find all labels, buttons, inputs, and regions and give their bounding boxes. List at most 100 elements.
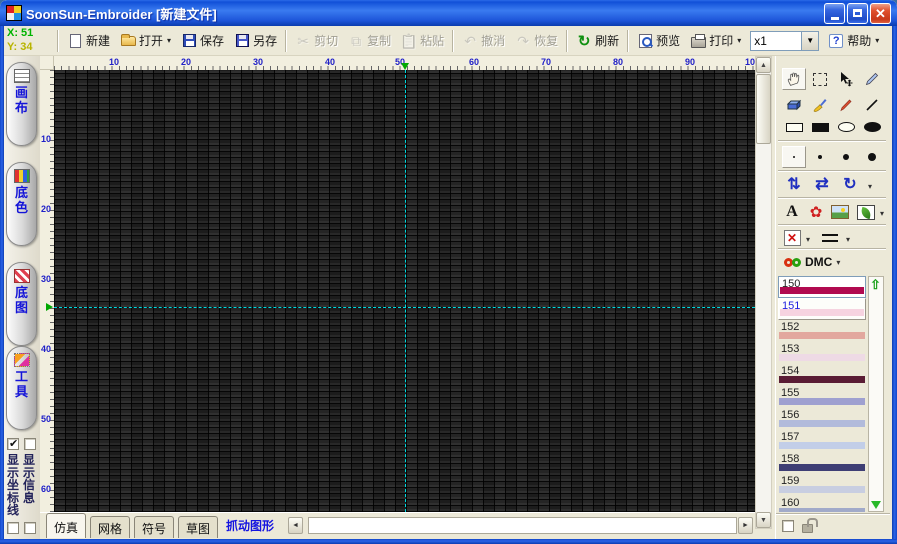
open-file-button[interactable]: 打开▾	[115, 29, 176, 52]
brush-tool-button[interactable]	[808, 94, 832, 116]
select-tool-button[interactable]	[808, 68, 832, 90]
option-checkbox[interactable]	[24, 522, 36, 534]
copy-label: 复制	[367, 32, 391, 49]
open-dropdown-icon[interactable]: ▾	[167, 36, 171, 45]
clipart-button[interactable]: ✿	[804, 201, 828, 223]
tab-sketch[interactable]: 草图	[178, 516, 218, 538]
pattern-icon	[14, 269, 30, 283]
pan-tool-button[interactable]	[782, 68, 806, 90]
extra-option-checkboxes	[7, 522, 36, 534]
thread-color-item[interactable]: 158	[778, 452, 866, 474]
brush-size-1-button[interactable]	[782, 146, 806, 168]
text-tool-button[interactable]: A	[780, 201, 804, 223]
brand-dropdown-icon[interactable]: ▾	[836, 258, 840, 267]
flip-vertical-button[interactable]: ⇅	[782, 174, 806, 196]
insert-image-button[interactable]	[828, 201, 852, 223]
tab-symbol[interactable]: 符号	[134, 516, 174, 538]
filled-ellipse-tool-button[interactable]	[860, 118, 884, 136]
help-button[interactable]: ?帮助▾	[823, 29, 884, 52]
save-as-button[interactable]: 另存	[229, 29, 282, 52]
delete-dropdown-icon[interactable]: ▾	[806, 235, 810, 244]
undo-arrow-icon: ↶	[462, 33, 478, 49]
rotate-dropdown-icon[interactable]: ▾	[868, 182, 872, 191]
nature-library-button[interactable]	[854, 201, 878, 223]
eraser-tool-button[interactable]	[782, 94, 806, 116]
horizontal-ruler: 10 20 30 40 50 60 70 80 90 100	[54, 56, 755, 70]
thread-color-item[interactable]: 160	[778, 496, 866, 512]
zoom-combobox[interactable]: x1 ▼	[750, 31, 819, 51]
palette-scroll-down-icon[interactable]	[871, 501, 881, 509]
background-color-panel-button[interactable]: 底色	[6, 162, 37, 246]
ruler-tick-label: 10	[109, 57, 119, 67]
thread-brand-selector[interactable]: DMC ▾	[776, 250, 890, 274]
refresh-button[interactable]: ↻刷新	[571, 29, 624, 52]
embroidery-canvas[interactable]	[54, 70, 755, 512]
brush-size-4-button[interactable]	[860, 146, 884, 168]
scroll-left-button[interactable]: ◄	[288, 517, 303, 534]
thread-color-item[interactable]: 155	[778, 386, 866, 408]
palette-scrollbar[interactable]: ⇧	[868, 276, 884, 512]
rotate-button[interactable]: ↻	[838, 174, 862, 196]
brush-size-3-button[interactable]	[834, 146, 858, 168]
tab-simulation[interactable]: 仿真	[46, 513, 86, 538]
help-dropdown-icon[interactable]: ▾	[875, 36, 879, 45]
line-style-dropdown-icon[interactable]: ▾	[846, 235, 850, 244]
preview-button[interactable]: 预览	[632, 29, 685, 52]
window-border	[892, 26, 897, 544]
line-style-button[interactable]	[818, 227, 842, 249]
save-button[interactable]: 保存	[176, 29, 229, 52]
zoom-value[interactable]: x1	[750, 31, 802, 51]
new-file-button[interactable]: 新建	[62, 29, 115, 52]
close-button[interactable]: ✕	[870, 3, 891, 24]
show-coordinates-checkbox[interactable]	[7, 438, 19, 450]
ruler-tick-label: 60	[469, 57, 479, 67]
library-dropdown-icon[interactable]: ▾	[880, 209, 884, 218]
save-as-floppy-icon	[234, 33, 250, 49]
tab-grid[interactable]: 网格	[90, 516, 130, 538]
panel-separator	[778, 170, 886, 172]
palette-lock-checkbox[interactable]	[782, 520, 794, 532]
rectangle-tool-button[interactable]	[782, 118, 806, 136]
filled-rectangle-tool-button[interactable]	[808, 118, 832, 136]
minimize-icon	[831, 17, 839, 20]
thread-color-item[interactable]: 151	[778, 298, 866, 320]
move-tool-button[interactable]	[834, 68, 858, 90]
thread-color-item[interactable]: 153	[778, 342, 866, 364]
zoom-dropdown-icon[interactable]: ▼	[802, 31, 819, 51]
canvas-panel-button[interactable]: 画布	[6, 62, 37, 146]
scroll-down-button[interactable]: ▼	[756, 512, 771, 528]
palette-scroll-up-icon[interactable]: ⇧	[870, 277, 881, 293]
thread-color-item[interactable]: 154	[778, 364, 866, 386]
canvas-vertical-scrollbar[interactable]: ▲ ▼	[755, 56, 772, 529]
thread-code: 151	[782, 300, 800, 312]
maximize-button[interactable]	[847, 3, 868, 24]
scroll-up-button[interactable]: ▲	[756, 57, 771, 73]
save-as-label: 另存	[253, 32, 277, 49]
line-tool-button[interactable]	[860, 94, 884, 116]
scroll-right-button[interactable]: ►	[738, 517, 753, 534]
move-cursor-icon	[838, 71, 854, 87]
delete-x-icon: ✕	[784, 230, 801, 246]
thread-color-item[interactable]: 157	[778, 430, 866, 452]
tools-panel-button[interactable]: 工具	[6, 346, 37, 430]
stitch-pencil-button[interactable]	[834, 94, 858, 116]
ellipse-tool-button[interactable]	[834, 118, 858, 136]
brush-size-2-button[interactable]	[808, 146, 832, 168]
thread-color-item[interactable]: 152	[778, 320, 866, 342]
print-dropdown-icon[interactable]: ▾	[737, 36, 741, 45]
vertical-scroll-thumb[interactable]	[756, 74, 771, 144]
pen-tool-button[interactable]	[860, 68, 884, 90]
delete-stitch-button[interactable]: ✕	[780, 227, 804, 249]
minimize-button[interactable]	[824, 3, 845, 24]
print-button[interactable]: 打印 ▾	[685, 29, 746, 52]
print-label: 打印	[709, 32, 733, 49]
thread-color-item[interactable]: 159	[778, 474, 866, 496]
current-color-field[interactable]: 150	[778, 276, 866, 298]
show-info-checkbox[interactable]	[24, 438, 36, 450]
flip-horizontal-button[interactable]: ⇄	[810, 174, 834, 196]
crosshair-vertical-line	[405, 70, 406, 512]
canvas-horizontal-scrollbar[interactable]	[308, 517, 737, 534]
background-image-panel-button[interactable]: 底图	[6, 262, 37, 346]
option-checkbox[interactable]	[7, 522, 19, 534]
thread-color-item[interactable]: 156	[778, 408, 866, 430]
